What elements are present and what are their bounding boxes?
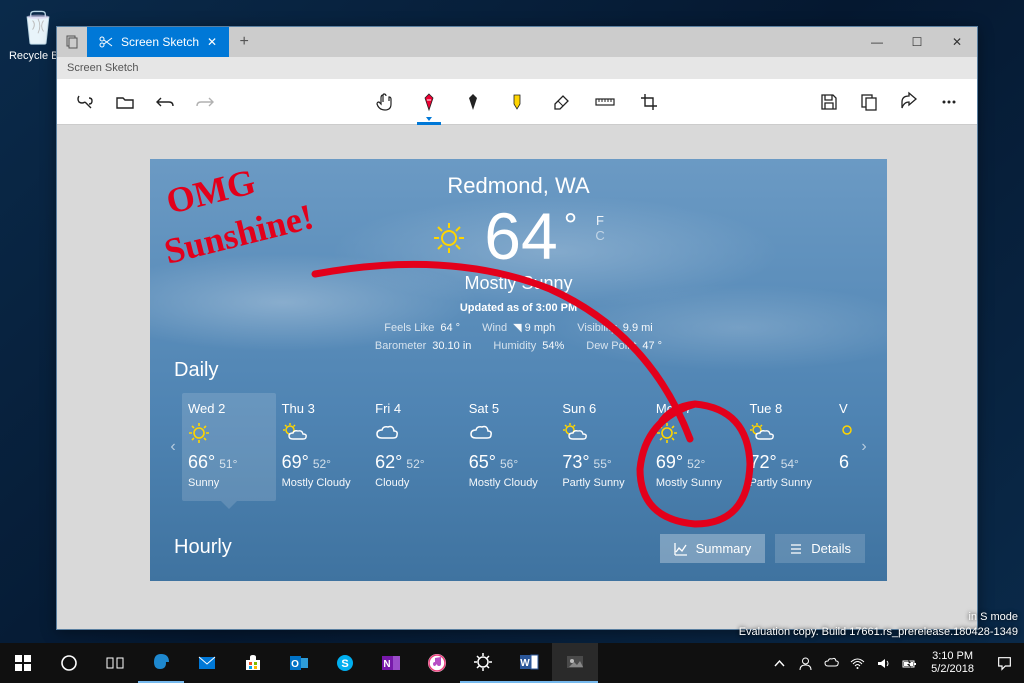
weather-stats: Feels Like64 °Wind◥ 9 mphVisibility9.9 m… xyxy=(150,320,887,355)
maximize-button[interactable]: ☐ xyxy=(897,27,937,57)
close-tab-icon[interactable]: ✕ xyxy=(207,35,217,49)
city-name: Redmond, WA xyxy=(150,173,887,199)
screen-sketch-taskbar-button[interactable] xyxy=(552,643,598,683)
hourly-heading: Hourly xyxy=(174,536,232,559)
day-card[interactable]: Thu 369°52°Mostly Cloudy xyxy=(276,393,370,501)
evaluation-watermark: in S mode Evaluation copy. Build 17661.r… xyxy=(739,610,1018,639)
prev-days-button[interactable]: ‹ xyxy=(164,393,182,501)
wifi-icon[interactable] xyxy=(845,656,869,671)
sun-icon xyxy=(432,221,466,260)
tab-title: Screen Sketch xyxy=(121,35,199,49)
volume-icon[interactable] xyxy=(871,656,895,671)
copy-button[interactable] xyxy=(851,84,887,120)
scissors-icon xyxy=(99,35,113,49)
close-button[interactable]: ✕ xyxy=(937,27,977,57)
tray-chevron-icon[interactable] xyxy=(767,656,791,671)
task-view-button[interactable] xyxy=(92,643,138,683)
undo-button[interactable] xyxy=(147,84,183,120)
new-snip-button[interactable] xyxy=(67,84,103,120)
svg-text:O: O xyxy=(291,659,299,670)
power-icon[interactable] xyxy=(897,656,921,671)
cortana-button[interactable] xyxy=(46,643,92,683)
people-icon[interactable] xyxy=(793,656,817,671)
touch-writing-button[interactable] xyxy=(367,84,403,120)
onenote-button[interactable]: N xyxy=(368,643,414,683)
more-button[interactable] xyxy=(931,84,967,120)
svg-text:W: W xyxy=(520,658,530,669)
open-button[interactable] xyxy=(107,84,143,120)
daily-forecast: ‹ Wed 266°51°SunnyThu 369°52°Mostly Clou… xyxy=(164,393,873,501)
new-tab-button[interactable]: + xyxy=(229,27,259,57)
current-temp: 64° xyxy=(484,203,577,269)
updated-time: Updated as of 3:00 PM xyxy=(150,302,887,314)
action-center-button[interactable] xyxy=(984,656,1024,671)
day-card[interactable]: Tue 872°54°Partly Sunny xyxy=(743,393,837,501)
day-card[interactable]: Mon 769°52°Mostly Sunny xyxy=(650,393,744,501)
start-button[interactable] xyxy=(0,643,46,683)
save-button[interactable] xyxy=(811,84,847,120)
svg-text:S: S xyxy=(341,658,348,670)
word-button[interactable]: W xyxy=(506,643,552,683)
redo-button[interactable] xyxy=(187,84,223,120)
outlook-button[interactable]: O xyxy=(276,643,322,683)
titlebar[interactable]: Screen Sketch ✕ + — ☐ ✕ xyxy=(57,27,977,57)
day-card[interactable]: Wed 266°51°Sunny xyxy=(182,393,276,501)
taskbar-clock[interactable]: 3:10 PM 5/2/2018 xyxy=(923,650,982,676)
minimize-button[interactable]: — xyxy=(857,27,897,57)
temp-units[interactable]: FC xyxy=(595,213,604,243)
next-days-button[interactable]: › xyxy=(855,393,873,501)
chart-icon xyxy=(674,542,688,556)
current-condition: Mostly Sunny xyxy=(150,273,887,294)
weather-button[interactable] xyxy=(460,643,506,683)
day-card[interactable]: Sat 565°56°Mostly Cloudy xyxy=(463,393,557,501)
share-button[interactable] xyxy=(891,84,927,120)
skype-button[interactable]: S xyxy=(322,643,368,683)
daily-heading: Daily xyxy=(174,359,218,382)
canvas[interactable]: Redmond, WA 64° FC Mostly Sunny Updated … xyxy=(57,125,977,629)
recycle-bin-icon xyxy=(18,6,58,46)
system-menu-icon[interactable] xyxy=(57,27,87,57)
toolbar xyxy=(57,79,977,125)
summary-button[interactable]: Summary xyxy=(660,534,766,563)
svg-text:N: N xyxy=(383,659,390,670)
edge-button[interactable] xyxy=(138,643,184,683)
system-tray[interactable]: 3:10 PM 5/2/2018 xyxy=(767,643,1024,683)
tab-screen-sketch[interactable]: Screen Sketch ✕ xyxy=(87,27,229,57)
weather-screenshot: Redmond, WA 64° FC Mostly Sunny Updated … xyxy=(150,159,887,581)
ruler-button[interactable] xyxy=(587,84,623,120)
day-card[interactable]: Sun 673°55°Partly Sunny xyxy=(556,393,650,501)
crop-button[interactable] xyxy=(631,84,667,120)
onedrive-icon[interactable] xyxy=(819,656,843,671)
highlighter-button[interactable] xyxy=(499,84,535,120)
pencil-button[interactable] xyxy=(455,84,491,120)
store-button[interactable] xyxy=(230,643,276,683)
details-button[interactable]: Details xyxy=(775,534,865,563)
ballpoint-pen-button[interactable] xyxy=(411,84,447,120)
mail-button[interactable] xyxy=(184,643,230,683)
taskbar[interactable]: O S N W 3:10 PM 5/2/2018 xyxy=(0,643,1024,683)
window-subtitle: Screen Sketch xyxy=(57,57,977,79)
list-icon xyxy=(789,542,803,556)
day-card[interactable]: Fri 462°52°Cloudy xyxy=(369,393,463,501)
eraser-button[interactable] xyxy=(543,84,579,120)
itunes-button[interactable] xyxy=(414,643,460,683)
screen-sketch-window: Screen Sketch ✕ + — ☐ ✕ Screen Sketch xyxy=(56,26,978,630)
day-partial[interactable]: V 6 xyxy=(837,393,855,501)
